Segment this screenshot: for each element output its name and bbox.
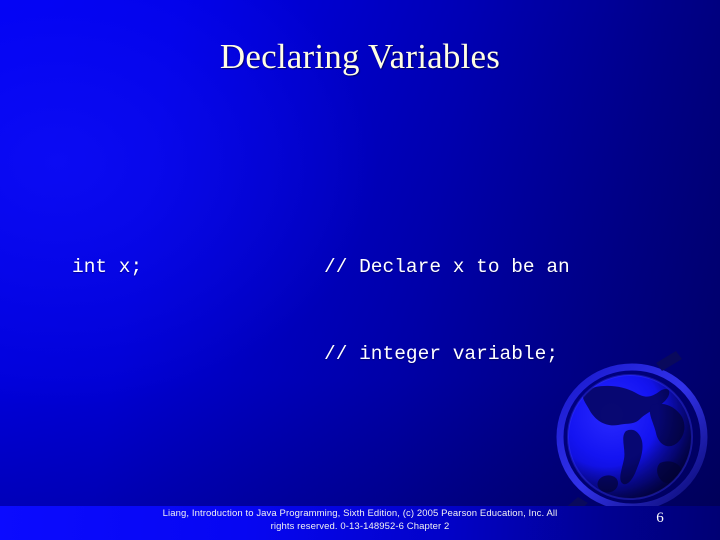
footer-line-2: rights reserved. 0-13-148952-6 Chapter 2 <box>270 520 450 532</box>
page-number: 6 <box>656 510 664 526</box>
slide-title: Declaring Variables <box>219 37 501 76</box>
code-line: int x; // Declare x to be an <box>72 253 702 282</box>
variable-declaration: int x; <box>72 256 143 278</box>
code-block: int x; // Declare x to be an // integer … <box>72 195 702 427</box>
footer-line-1: Liang, Introduction to Java Programming,… <box>162 508 558 519</box>
declaration-spacer <box>72 340 324 369</box>
code-line: // integer variable; <box>72 340 702 369</box>
copyright-footer: Liang, Introduction to Java Programming,… <box>95 508 625 533</box>
code-comment: // Declare x to be an <box>324 256 570 278</box>
code-body: int x; // Declare x to be an // integer … <box>72 108 702 540</box>
code-comment: // integer variable; <box>324 343 559 365</box>
slide-canvas: Declaring Variables int x; // Declare x … <box>0 0 720 540</box>
